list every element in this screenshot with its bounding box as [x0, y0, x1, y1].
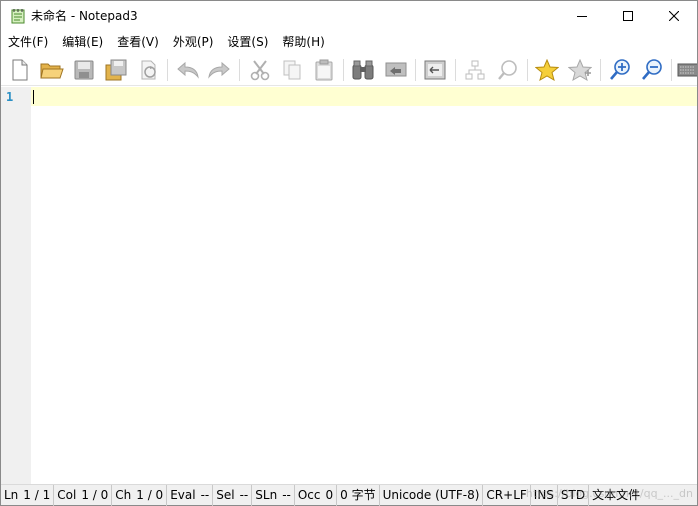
status-character[interactable]: Ch 1 / 0 — [112, 484, 168, 506]
toolbar-separator — [343, 59, 344, 81]
filter-button[interactable] — [462, 57, 488, 83]
title-bar[interactable]: 未命名 - Notepad3 — [1, 1, 697, 31]
minimize-icon — [577, 16, 587, 17]
customize-toolbar-button[interactable] — [677, 57, 697, 83]
zoom-out-button[interactable] — [639, 57, 665, 83]
toolbar-separator — [415, 59, 416, 81]
status-lexer[interactable]: 文本文件 — [589, 485, 643, 506]
replace-icon — [385, 62, 407, 77]
status-selection[interactable]: Sel -- — [213, 484, 253, 506]
line-number: 1 — [6, 90, 14, 104]
menu-help[interactable]: 帮助(H) — [277, 32, 329, 52]
word-wrap-icon — [424, 60, 446, 80]
toolbar-separator — [167, 59, 168, 81]
status-line-ending[interactable]: CR+LF — [483, 484, 531, 506]
save-as-button[interactable] — [103, 57, 129, 83]
window-title: 未命名 - Notepad3 — [31, 9, 138, 23]
status-column[interactable]: Col 1 / 0 — [54, 484, 113, 506]
status-mode[interactable]: STD — [558, 484, 590, 506]
copy-icon — [283, 60, 301, 80]
toolbar — [1, 53, 697, 86]
status-insert-mode[interactable]: INS — [531, 484, 558, 506]
menu-view[interactable]: 查看(V) — [112, 32, 164, 52]
new-file-button[interactable] — [7, 57, 33, 83]
redo-icon — [208, 61, 230, 79]
cut-button[interactable] — [247, 57, 273, 83]
menu-bar: 文件(F) 编辑(E) 查看(V) 外观(P) 设置(S) 帮助(H) — [1, 31, 697, 53]
menu-appearance[interactable]: 外观(P) — [168, 32, 219, 52]
maximize-icon — [623, 11, 633, 21]
save-as-icon — [105, 59, 127, 81]
word-wrap-button[interactable] — [422, 57, 448, 83]
star-icon — [535, 59, 559, 81]
status-encoding[interactable]: Unicode (UTF-8) — [380, 484, 484, 506]
current-line-highlight — [31, 87, 697, 106]
menu-file[interactable]: 文件(F) — [3, 32, 53, 52]
status-bar: Ln 1 / 1 Col 1 / 0 Ch 1 / 0 Eval -- Sel -- SL… — [1, 484, 697, 506]
editor-area[interactable]: 1 — [1, 87, 697, 484]
zoom-out-icon — [642, 59, 662, 80]
copy-button[interactable] — [279, 57, 305, 83]
toolbar-separator — [527, 59, 528, 81]
binoculars-icon — [352, 60, 374, 80]
status-line[interactable]: Ln 1 / 1 — [1, 484, 55, 506]
minimize-button[interactable] — [559, 1, 605, 31]
open-folder-icon — [40, 63, 64, 79]
zoom-view-button[interactable] — [495, 57, 521, 83]
menu-settings[interactable]: 设置(S) — [222, 32, 273, 52]
toolbar-separator — [239, 59, 240, 81]
menu-edit[interactable]: 编辑(E) — [57, 32, 108, 52]
close-button[interactable] — [651, 1, 697, 31]
status-eval[interactable]: Eval -- — [167, 484, 214, 506]
revert-icon — [141, 60, 156, 80]
paste-button[interactable] — [311, 57, 337, 83]
keyboard-icon — [677, 63, 697, 77]
status-selected-lines[interactable]: SLn -- — [252, 484, 295, 506]
status-occurrences[interactable]: Occ 0 — [295, 484, 338, 506]
close-icon — [669, 11, 679, 21]
maximize-button[interactable] — [605, 1, 651, 31]
undo-icon — [177, 61, 199, 79]
star-add-icon — [568, 59, 592, 81]
notepad3-window: 未命名 - Notepad3 文件(F) 编辑(E) 查看(V) 外观(P) 设… — [0, 0, 698, 506]
add-favorite-button[interactable] — [534, 57, 560, 83]
new-file-icon — [12, 59, 28, 81]
replace-button[interactable] — [383, 57, 409, 83]
text-caret — [33, 90, 34, 104]
revert-button[interactable] — [135, 57, 161, 83]
toolbar-separator — [671, 59, 672, 81]
magnifier-icon — [498, 60, 517, 80]
redo-button[interactable] — [206, 57, 232, 83]
scissors-icon — [250, 60, 270, 81]
clipboard-icon — [315, 59, 333, 81]
notepad-app-icon — [10, 8, 26, 24]
toolbar-separator — [455, 59, 456, 81]
find-button[interactable] — [350, 57, 376, 83]
save-button[interactable] — [71, 57, 97, 83]
zoom-in-icon — [610, 59, 630, 80]
undo-button[interactable] — [175, 57, 201, 83]
open-file-button[interactable] — [39, 57, 65, 83]
manage-favorites-button[interactable] — [567, 57, 593, 83]
hierarchy-icon — [465, 60, 485, 80]
line-number-gutter: 1 — [1, 87, 31, 484]
save-icon — [74, 60, 94, 80]
status-bytes[interactable]: 0 字节 — [337, 484, 380, 506]
zoom-in-button[interactable] — [607, 57, 633, 83]
toolbar-separator — [600, 59, 601, 81]
